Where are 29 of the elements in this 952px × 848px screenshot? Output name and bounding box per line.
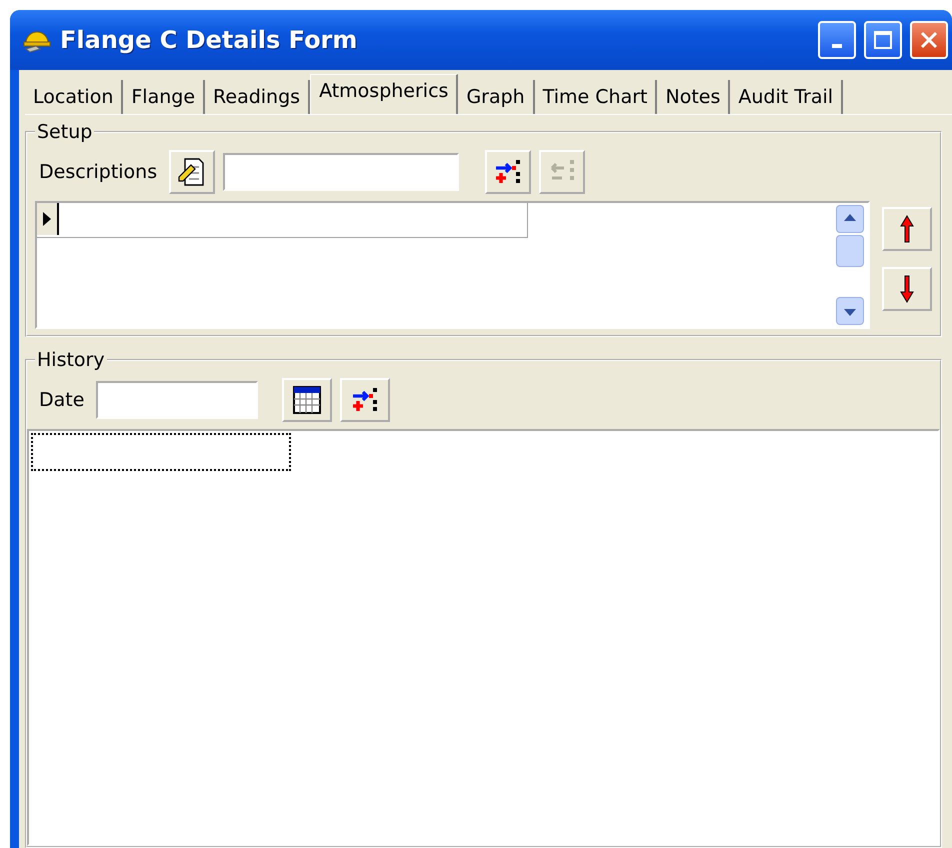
- minimize-icon: [832, 44, 842, 48]
- close-icon: [919, 30, 939, 50]
- descriptions-field[interactable]: [223, 153, 460, 191]
- scroll-thumb[interactable]: [836, 235, 864, 267]
- group-title: Setup: [36, 121, 94, 143]
- maximize-icon: [873, 30, 893, 50]
- close-button[interactable]: [910, 21, 948, 59]
- arrow-up-icon: [900, 215, 914, 243]
- calendar-button[interactable]: [282, 378, 332, 422]
- date-field[interactable]: [96, 381, 258, 419]
- minimize-button[interactable]: [818, 21, 856, 59]
- tab[interactable]: Atmospherics: [310, 74, 458, 114]
- list-add-icon: [351, 386, 380, 414]
- list-add-icon: [494, 158, 522, 186]
- group-title: History: [36, 349, 106, 371]
- arrow-down-icon: [900, 275, 914, 303]
- scroll-down-button[interactable]: [836, 297, 864, 325]
- window-title: Flange C Details Form: [60, 26, 358, 54]
- move-down-button[interactable]: [882, 267, 932, 311]
- calendar-icon: [292, 385, 322, 415]
- scroll-up-button[interactable]: [836, 205, 864, 233]
- field-label: Date: [39, 389, 84, 411]
- row-pointer-icon: [42, 211, 52, 227]
- add-button[interactable]: [340, 378, 390, 422]
- move-up-button[interactable]: [882, 207, 932, 251]
- field-label: Descriptions: [39, 161, 158, 183]
- add-button[interactable]: [485, 150, 532, 194]
- edit-button[interactable]: [169, 150, 216, 194]
- maximize-button[interactable]: [864, 21, 902, 59]
